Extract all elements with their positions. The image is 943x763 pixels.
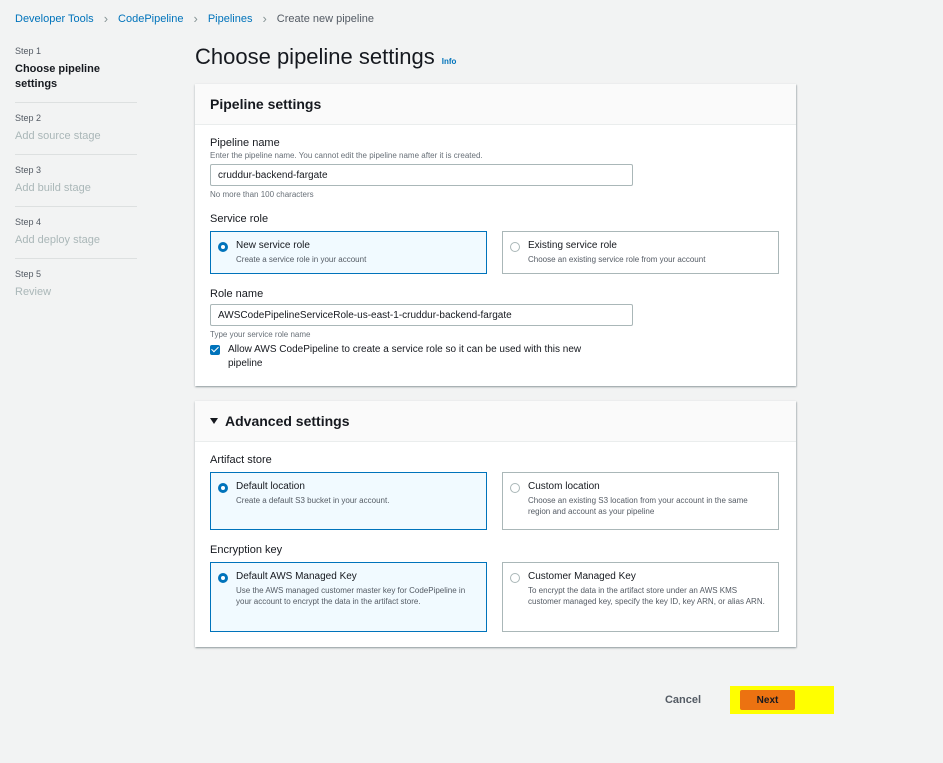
step-1: Step 1 Choose pipeline settings (15, 46, 137, 103)
role-name-input[interactable] (210, 304, 633, 326)
wizard-steps: Step 1 Choose pipeline settings Step 2 A… (15, 46, 137, 320)
existing-service-role-tile[interactable]: Existing service role Choose an existing… (502, 231, 779, 274)
step-3: Step 3 Add build stage (15, 165, 137, 207)
radio-selected-icon[interactable] (218, 573, 228, 583)
step-number: Step 2 (15, 113, 42, 123)
pipeline-settings-panel: Pipeline settings Pipeline name Enter th… (195, 84, 796, 386)
custom-location-tile[interactable]: Custom location Choose an existing S3 lo… (502, 472, 779, 530)
radio-selected-icon[interactable] (218, 242, 228, 252)
step-title: Add build stage (15, 182, 91, 194)
next-button[interactable]: Next (740, 690, 795, 710)
step-2: Step 2 Add source stage (15, 113, 137, 155)
step-number: Step 1 (15, 46, 42, 56)
tile-title: Default location (236, 481, 305, 492)
tile-title: Existing service role (528, 240, 617, 251)
step-number: Step 5 (15, 269, 42, 279)
info-link[interactable]: Info (442, 57, 457, 66)
main-content: Choose pipeline settings Info Pipeline s… (195, 44, 796, 662)
page-title: Choose pipeline settings (195, 44, 435, 69)
step-5: Step 5 Review (15, 269, 137, 310)
tile-description: Use the AWS managed customer master key … (236, 586, 466, 606)
tile-title: New service role (236, 240, 310, 251)
allow-service-role-label: Allow AWS CodePipeline to create a servi… (228, 344, 582, 369)
pipeline-name-label: Pipeline name (210, 137, 280, 149)
role-name-hint: Type your service role name (210, 330, 311, 339)
step-title: Add source stage (15, 130, 101, 142)
pipeline-name-hint: No more than 100 characters (210, 190, 314, 199)
step-title: Review (15, 286, 52, 298)
chevron-right-icon: › (193, 11, 198, 26)
pipeline-name-description: Enter the pipeline name. You cannot edit… (210, 151, 483, 160)
radio-unselected-icon[interactable] (510, 483, 520, 493)
breadcrumb-codepipeline[interactable]: CodePipeline (118, 13, 183, 25)
default-location-tile[interactable]: Default location Create a default S3 buc… (210, 472, 487, 530)
tile-title: Custom location (528, 481, 600, 492)
wizard-footer: Cancel Next (0, 686, 943, 714)
allow-service-role-checkbox-row[interactable]: Allow AWS CodePipeline to create a servi… (210, 343, 781, 371)
radio-unselected-icon[interactable] (510, 242, 520, 252)
new-service-role-tile[interactable]: New service role Create a service role i… (210, 231, 487, 274)
advanced-settings-panel: Advanced settings Artifact store Default… (195, 401, 796, 647)
panel-header: Pipeline settings (195, 84, 796, 125)
breadcrumb: Developer Tools › CodePipeline › Pipelin… (15, 12, 374, 25)
tile-title: Customer Managed Key (528, 571, 636, 582)
step-4: Step 4 Add deploy stage (15, 217, 137, 259)
pipeline-name-input[interactable] (210, 164, 633, 186)
chevron-right-icon: › (262, 11, 267, 26)
caret-down-icon (210, 418, 218, 424)
advanced-settings-toggle[interactable]: Advanced settings (195, 401, 796, 442)
step-title: Choose pipeline settings (15, 63, 100, 90)
service-role-label: Service role (210, 213, 269, 225)
artifact-store-label: Artifact store (210, 454, 272, 466)
radio-selected-icon[interactable] (218, 483, 228, 493)
checkbox-checked-icon[interactable] (210, 345, 220, 355)
breadcrumb-developer-tools[interactable]: Developer Tools (15, 13, 94, 25)
encryption-key-label: Encryption key (210, 544, 283, 556)
customer-managed-key-tile[interactable]: Customer Managed Key To encrypt the data… (502, 562, 779, 632)
breadcrumb-pipelines[interactable]: Pipelines (208, 13, 253, 25)
step-number: Step 4 (15, 217, 42, 227)
tile-description: Choose an existing service role from you… (528, 255, 706, 264)
default-managed-key-tile[interactable]: Default AWS Managed Key Use the AWS mana… (210, 562, 487, 632)
step-title: Add deploy stage (15, 234, 101, 246)
radio-unselected-icon[interactable] (510, 573, 520, 583)
tile-title: Default AWS Managed Key (236, 571, 357, 582)
step-number: Step 3 (15, 165, 42, 175)
cancel-button[interactable]: Cancel (658, 692, 708, 708)
breadcrumb-current: Create new pipeline (276, 12, 375, 25)
tile-description: Create a service role in your account (236, 255, 367, 264)
page-header: Choose pipeline settings Info (195, 44, 796, 70)
chevron-right-icon: › (103, 11, 109, 26)
tile-description: To encrypt the data in the artifact stor… (528, 586, 765, 606)
role-name-label: Role name (210, 288, 264, 300)
panel-header-label: Advanced settings (225, 413, 350, 429)
tile-description: Create a default S3 bucket in your accou… (236, 496, 390, 505)
tile-description: Choose an existing S3 location from your… (528, 496, 748, 516)
